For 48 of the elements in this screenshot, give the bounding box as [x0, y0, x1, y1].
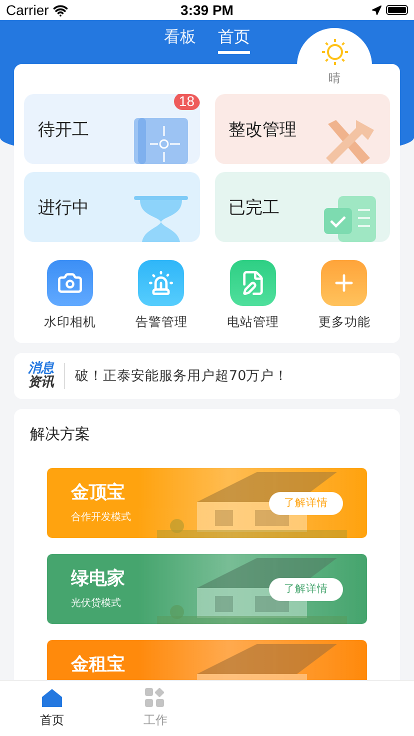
shortcut-button[interactable] — [46, 260, 93, 306]
grid-icon — [145, 688, 166, 708]
shortcut-button[interactable] — [138, 260, 184, 306]
hourglass-icon — [134, 196, 188, 242]
siren-icon — [148, 270, 174, 296]
status-tile[interactable]: 进行中 — [24, 172, 200, 242]
battery-icon — [386, 5, 408, 15]
top-tab[interactable]: 看板 — [164, 20, 196, 54]
shortcut-button[interactable] — [230, 260, 276, 306]
tile-label: 已完工 — [228, 196, 280, 218]
news-card[interactable]: 消息 资讯 破！正泰安能服务用户超70万户！ — [14, 353, 400, 399]
banner-title: 金顶宝 — [71, 481, 126, 504]
status-tile[interactable]: 已完工 — [214, 172, 390, 242]
section-title: 解决方案 — [30, 425, 90, 445]
solution-banner[interactable]: 金租宝 — [47, 640, 367, 680]
banner-subtitle: 合作开发模式 — [71, 510, 131, 524]
location-icon — [370, 4, 382, 16]
carrier-label: Carrier — [6, 2, 49, 18]
status-time: 3:39 PM — [180, 2, 234, 18]
banner-subtitle: 光伏贷模式 — [71, 596, 122, 610]
tile-label: 进行中 — [38, 196, 89, 218]
tile-label: 整改管理 — [228, 118, 296, 140]
news-tag: 资讯 — [28, 376, 54, 390]
shortcut-label: 电站管理 — [226, 314, 279, 331]
shortcut-button[interactable] — [321, 260, 368, 306]
news-tag: 消息 — [28, 362, 54, 376]
banner-title: 绿电家 — [71, 567, 125, 590]
shortcut-label: 更多功能 — [318, 314, 370, 331]
top-tab[interactable]: 首页 — [218, 20, 250, 54]
tile-label: 待开工 — [38, 118, 89, 140]
wifi-icon — [52, 2, 68, 18]
status-tile[interactable]: 待开工 18 — [24, 94, 200, 164]
sun-icon — [320, 38, 348, 66]
tab-label[interactable]: 首页 — [40, 712, 64, 729]
document-check-icon — [324, 196, 378, 242]
solution-banner[interactable]: 绿电家 光伏贷模式 了解详情 — [47, 554, 367, 624]
weather-label: 晴 — [328, 70, 340, 87]
details-button[interactable]: 了解详情 — [269, 578, 343, 600]
status-tile[interactable]: 整改管理 — [214, 94, 390, 164]
home-icon — [40, 688, 63, 708]
shortcut-label: 水印相机 — [44, 314, 96, 331]
shortcut-label: 告警管理 — [135, 314, 188, 331]
news-headline: 破！正泰安能服务用户超70万户！ — [75, 367, 288, 385]
tab-label[interactable]: 工作 — [143, 712, 168, 729]
count-badge: 18 — [174, 94, 200, 110]
camera-icon — [56, 270, 83, 296]
banner-title: 金租宝 — [71, 653, 125, 676]
blueprint-icon — [134, 118, 188, 164]
